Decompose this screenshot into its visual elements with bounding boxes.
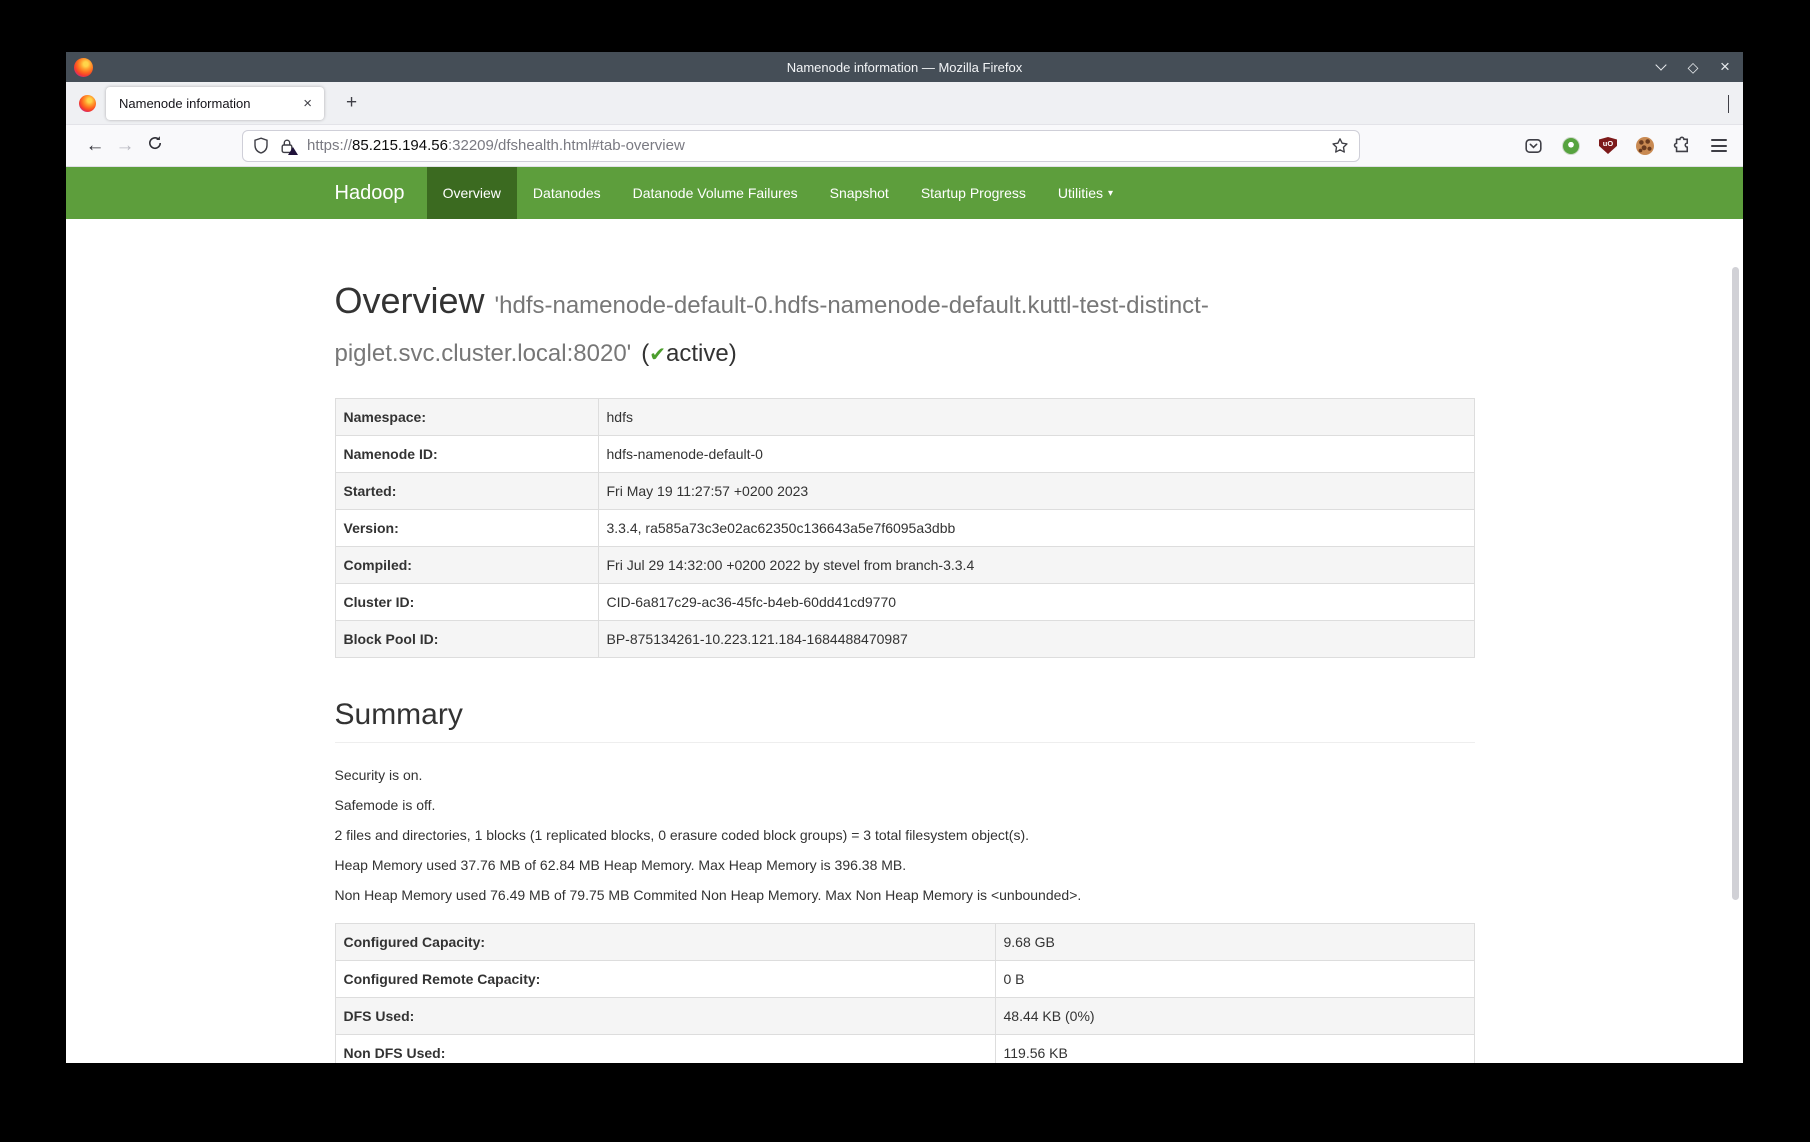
bookmark-star-icon[interactable] xyxy=(1331,137,1349,155)
caret-down-icon: ▾ xyxy=(1108,188,1113,199)
back-button[interactable]: ← xyxy=(80,135,110,157)
nav-item-utilities-label: Utilities xyxy=(1058,185,1103,201)
pocket-save-icon[interactable] xyxy=(1524,137,1543,155)
table-row: Configured Capacity:9.68 GB xyxy=(335,924,1474,961)
forward-button[interactable]: → xyxy=(110,135,140,157)
page-scrollbar[interactable] xyxy=(1732,267,1739,900)
lock-warning-icon[interactable] xyxy=(279,138,295,154)
table-row: Namespace:hdfs xyxy=(335,399,1474,436)
table-row: Started:Fri May 19 11:27:57 +0200 2023 xyxy=(335,473,1474,510)
tab-strip: Namenode information × + xyxy=(66,82,1743,125)
namenode-info-table: Namespace:hdfs Namenode ID:hdfs-namenode… xyxy=(335,398,1475,658)
hadoop-navbar: Hadoop Overview Datanodes Datanode Volum… xyxy=(66,167,1743,219)
row-label: Cluster ID: xyxy=(335,584,598,621)
reload-button[interactable] xyxy=(140,135,170,157)
firefox-view-button[interactable] xyxy=(72,88,102,118)
nav-item-datanodes[interactable]: Datanodes xyxy=(517,167,617,219)
firefox-view-icon xyxy=(79,95,96,112)
table-row: Block Pool ID:BP-875134261-10.223.121.18… xyxy=(335,621,1474,658)
row-value: 0 B xyxy=(995,961,1474,998)
row-value: 48.44 KB (0%) xyxy=(995,998,1474,1035)
menu-hamburger-button[interactable] xyxy=(1711,139,1727,152)
url-scheme: https:// xyxy=(307,137,352,154)
chevron-down-icon xyxy=(1655,59,1666,70)
tab-overflow-button[interactable] xyxy=(1728,95,1729,113)
table-row: DFS Used:48.44 KB (0%) xyxy=(335,998,1474,1035)
new-tab-button[interactable]: + xyxy=(338,90,365,116)
row-value: BP-875134261-10.223.121.184-168448847098… xyxy=(598,621,1474,658)
row-value: hdfs xyxy=(598,399,1474,436)
row-label: Configured Remote Capacity: xyxy=(335,961,995,998)
row-label: Non DFS Used: xyxy=(335,1035,995,1063)
browser-toolbar: ← → https://85.215 xyxy=(66,125,1743,167)
row-value: 3.3.4, ra585a73c3e02ac62350c136643a5e7f6… xyxy=(598,510,1474,547)
row-label: Version: xyxy=(335,510,598,547)
table-row: Cluster ID:CID-6a817c29-ac36-45fc-b4eb-6… xyxy=(335,584,1474,621)
shield-permissions-icon[interactable] xyxy=(253,137,269,154)
summary-heading: Summary xyxy=(335,698,1475,732)
url-text: https://85.215.194.56:32209/dfshealth.ht… xyxy=(307,137,1331,154)
navbar-brand-hadoop[interactable]: Hadoop xyxy=(335,167,427,219)
row-value: hdfs-namenode-default-0 xyxy=(598,436,1474,473)
close-window-button[interactable]: × xyxy=(1717,59,1733,75)
table-row: Configured Remote Capacity:0 B xyxy=(335,961,1474,998)
row-value: CID-6a817c29-ac36-45fc-b4eb-60dd41cd9770 xyxy=(598,584,1474,621)
row-label: Compiled: xyxy=(335,547,598,584)
nav-item-utilities[interactable]: Utilities ▾ xyxy=(1042,167,1129,219)
chevron-down-icon xyxy=(1728,95,1729,113)
ublock-origin-icon[interactable]: uO xyxy=(1599,137,1617,154)
tab-title: Namenode information xyxy=(119,96,299,111)
row-label: Block Pool ID: xyxy=(335,621,598,658)
summary-line: Heap Memory used 37.76 MB of 62.84 MB He… xyxy=(335,855,1475,875)
url-bar[interactable]: https://85.215.194.56:32209/dfshealth.ht… xyxy=(242,130,1360,162)
row-label: DFS Used: xyxy=(335,998,995,1035)
extensions-puzzle-icon[interactable] xyxy=(1673,136,1692,155)
nav-item-datanode-volume-failures[interactable]: Datanode Volume Failures xyxy=(617,167,814,219)
nav-item-startup-progress[interactable]: Startup Progress xyxy=(905,167,1042,219)
nav-item-overview[interactable]: Overview xyxy=(427,167,517,219)
row-value: 119.56 KB xyxy=(995,1035,1474,1063)
page-title: Overview 'hdfs-namenode-default-0.hdfs-n… xyxy=(335,277,1475,372)
table-row: Non DFS Used:119.56 KB xyxy=(335,1035,1474,1063)
row-label: Configured Capacity: xyxy=(335,924,995,961)
browser-window: Namenode information — Mozilla Firefox ◇… xyxy=(66,52,1743,1063)
maximize-button[interactable]: ◇ xyxy=(1685,59,1701,75)
tab-close-icon[interactable]: × xyxy=(299,95,316,112)
table-row: Namenode ID:hdfs-namenode-default-0 xyxy=(335,436,1474,473)
nav-item-snapshot[interactable]: Snapshot xyxy=(814,167,905,219)
state-label: active) xyxy=(666,340,737,367)
row-label: Started: xyxy=(335,473,598,510)
summary-line: 2 files and directories, 1 blocks (1 rep… xyxy=(335,825,1475,845)
row-label: Namenode ID: xyxy=(335,436,598,473)
summary-line: Non Heap Memory used 76.49 MB of 79.75 M… xyxy=(335,885,1475,905)
toolbar-extensions: uO xyxy=(1524,136,1727,155)
row-value: Fri Jul 29 14:32:00 +0200 2022 by stevel… xyxy=(598,547,1474,584)
page-content: Overview 'hdfs-namenode-default-0.hdfs-n… xyxy=(66,219,1743,1063)
row-label: Namespace: xyxy=(335,399,598,436)
tab-namenode-information[interactable]: Namenode information × xyxy=(106,87,324,120)
table-row: Compiled:Fri Jul 29 14:32:00 +0200 2022 … xyxy=(335,547,1474,584)
url-host: 85.215.194.56 xyxy=(352,137,448,154)
reload-icon xyxy=(147,135,163,151)
minimize-button[interactable] xyxy=(1653,59,1669,75)
divider xyxy=(335,742,1475,743)
page-title-text: Overview xyxy=(335,280,485,321)
row-value: 9.68 GB xyxy=(995,924,1474,961)
row-value: Fri May 19 11:27:57 +0200 2023 xyxy=(598,473,1474,510)
cookie-extension-icon[interactable] xyxy=(1636,137,1654,155)
active-check-icon: ✔ xyxy=(649,344,666,366)
window-title: Namenode information — Mozilla Firefox xyxy=(66,60,1743,75)
table-row: Version:3.3.4, ra585a73c3e02ac62350c1366… xyxy=(335,510,1474,547)
url-path: :32209/dfshealth.html#tab-overview xyxy=(448,137,685,154)
desktop-background: Namenode information — Mozilla Firefox ◇… xyxy=(0,0,1810,1142)
extension-green-icon[interactable] xyxy=(1562,137,1580,155)
warning-triangle-icon xyxy=(288,147,298,155)
summary-line: Safemode is off. xyxy=(335,795,1475,815)
window-titlebar: Namenode information — Mozilla Firefox ◇… xyxy=(66,52,1743,82)
summary-line: Security is on. xyxy=(335,765,1475,785)
window-controls: ◇ × xyxy=(1653,52,1733,82)
capacity-table: Configured Capacity:9.68 GB Configured R… xyxy=(335,923,1475,1063)
